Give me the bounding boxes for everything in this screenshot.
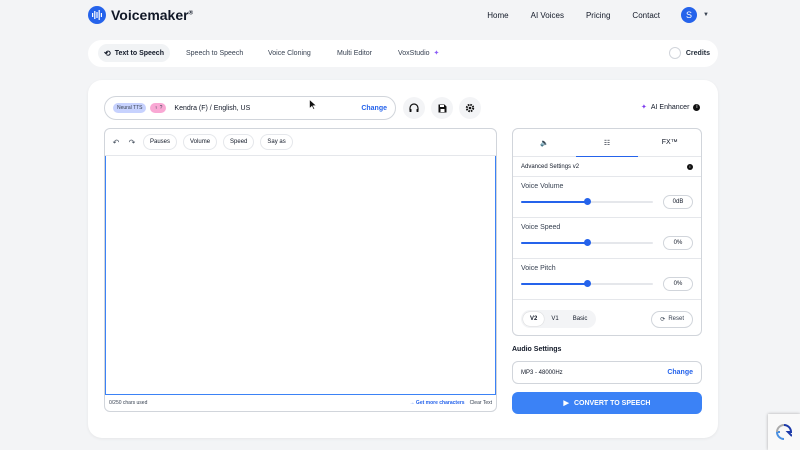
tab-voice-cloning[interactable]: Voice Cloning (262, 44, 317, 62)
logo[interactable]: Voicemaker® (88, 6, 193, 24)
tab-fx[interactable]: FX™ (638, 129, 701, 156)
chevron-down-icon[interactable]: ▼ (703, 12, 709, 18)
tab-multi-editor[interactable]: Multi Editor (331, 44, 378, 62)
voice-pitch-slider[interactable] (521, 280, 653, 287)
credits[interactable]: Credits (668, 47, 710, 59)
nav-home[interactable]: Home (487, 11, 508, 20)
voice-volume-row: Voice Volume 0dB (513, 177, 701, 218)
pauses-button[interactable]: Pauses (143, 134, 178, 150)
audio-settings-bar[interactable]: MP3 - 48000Hz Change (512, 361, 702, 384)
version-v1-button[interactable]: V1 (544, 312, 565, 326)
clear-text-button[interactable]: Clear Text (470, 400, 492, 406)
reset-button[interactable]: ⟳ Reset (651, 310, 693, 328)
version-v2-button[interactable]: V2 (523, 312, 545, 326)
tab-advanced[interactable]: ☷ (575, 129, 639, 157)
voice-speed-value[interactable]: 0% (663, 236, 693, 250)
convert-to-speech-button[interactable]: ▶ CONVERT TO SPEECH (512, 392, 702, 414)
text-editor: ↶ ↷ Pauses Volume Speed Say as 0/250 cha… (104, 128, 497, 412)
version-row: V2 V1 Basic ⟳ Reset (513, 300, 701, 335)
nav-pricing[interactable]: Pricing (586, 11, 610, 20)
settings-button[interactable] (459, 97, 481, 119)
voice-pitch-label: Voice Pitch (521, 265, 556, 272)
play-icon: ▶ (563, 400, 569, 407)
settings-panel: 🔈 ☷ FX™ Advanced Settings v2 i Voice Vol… (512, 128, 702, 336)
recaptcha-icon (776, 424, 792, 440)
voice-volume-label: Voice Volume (521, 183, 564, 190)
headphones-icon (409, 103, 419, 112)
text-input-area[interactable] (105, 156, 496, 395)
save-button[interactable] (431, 97, 453, 119)
editor-toolbar: ↶ ↷ Pauses Volume Speed Say as (105, 129, 496, 156)
redo-icon[interactable]: ↷ (127, 138, 137, 147)
save-icon (438, 104, 446, 112)
settings-tabs: 🔈 ☷ FX™ (513, 129, 701, 157)
sparkle-icon: ✦ (433, 50, 440, 57)
mouse-cursor-icon (309, 99, 317, 110)
volume-button[interactable]: Volume (183, 134, 218, 150)
slider-thumb[interactable] (583, 198, 591, 205)
undo-icon[interactable]: ↶ (111, 138, 121, 147)
sliders-icon: ☷ (603, 139, 611, 147)
info-icon[interactable]: i (693, 103, 701, 111)
version-toggle: V2 V1 Basic (521, 310, 597, 328)
slider-fill (521, 201, 587, 203)
ai-enhancer[interactable]: ✦ AI Enhancer i (641, 103, 701, 111)
say-as-button[interactable]: Say as (260, 134, 293, 150)
voice-volume-slider[interactable] (521, 198, 653, 205)
audio-settings-title: Audio Settings (512, 346, 562, 353)
change-audio-button[interactable]: Change (667, 369, 693, 376)
voice-selector[interactable]: Neural TTS ♀ ? Kendra (F) / English, US … (104, 96, 396, 120)
voice-speed-row: Voice Speed 0% (513, 218, 701, 259)
voice-name: Kendra (F) / English, US (174, 104, 251, 112)
slider-fill (521, 283, 587, 285)
main-nav: Home AI Voices Pricing Contact (487, 11, 660, 20)
version-basic-button[interactable]: Basic (566, 312, 595, 326)
gender-badge: ♀ ? (150, 103, 167, 113)
info-icon[interactable]: i (687, 163, 693, 170)
refresh-icon: ⟳ (660, 316, 666, 323)
preview-voice-button[interactable] (403, 97, 425, 119)
nav-ai-voices[interactable]: AI Voices (531, 11, 564, 20)
logo-waveform-icon (88, 6, 106, 24)
advanced-settings-header: Advanced Settings v2 i (513, 157, 701, 177)
tts-icon: ⟲ (104, 48, 111, 58)
top-navbar: Voicemaker® Home AI Voices Pricing Conta… (0, 0, 800, 34)
editor-footer: 0/250 chars used → Get more characters C… (105, 395, 496, 411)
tab-text-to-speech[interactable]: ⟲ Text to Speech (98, 44, 170, 62)
tab-speech-to-speech[interactable]: Speech to Speech (180, 44, 249, 62)
voice-speed-label: Voice Speed (521, 224, 561, 231)
get-more-characters-link[interactable]: → Get more characters (410, 400, 465, 406)
voice-speed-slider[interactable] (521, 239, 653, 246)
brand-name: Voicemaker® (111, 7, 193, 23)
change-voice-button[interactable]: Change (361, 105, 387, 112)
slider-fill (521, 242, 587, 244)
tab-voxstudio[interactable]: VoxStudio ✦ (392, 44, 445, 62)
voice-volume-value[interactable]: 0dB (663, 195, 693, 209)
voice-pitch-row: Voice Pitch 0% (513, 259, 701, 300)
user-avatar[interactable]: S (681, 7, 697, 23)
engine-badge: Neural TTS (113, 103, 147, 113)
credits-icon (668, 47, 681, 59)
char-count: 0/250 chars used (109, 400, 148, 406)
slider-thumb[interactable] (583, 239, 591, 246)
audio-format: MP3 - 48000Hz (521, 369, 563, 376)
sparkle-icon: ✦ (641, 104, 647, 111)
tab-volume[interactable]: 🔈 (513, 129, 576, 156)
voice-pitch-value[interactable]: 0% (663, 277, 693, 291)
gear-icon (465, 103, 475, 113)
nav-contact[interactable]: Contact (632, 11, 660, 20)
feature-tabs: ⟲ Text to Speech Speech to Speech Voice … (88, 40, 718, 67)
speed-button[interactable]: Speed (223, 134, 255, 150)
slider-thumb[interactable] (583, 280, 591, 287)
speaker-icon: 🔈 (539, 139, 549, 147)
recaptcha-badge[interactable] (768, 414, 800, 450)
